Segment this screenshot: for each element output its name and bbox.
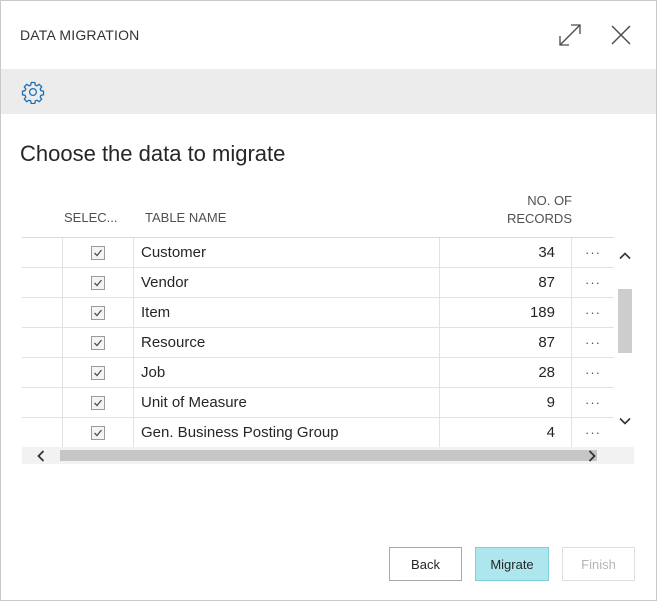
scroll-right-icon[interactable] bbox=[585, 449, 599, 463]
row-selector[interactable] bbox=[22, 268, 63, 297]
expand-button[interactable] bbox=[556, 21, 584, 49]
table-row[interactable]: Resource 87 ··· bbox=[22, 328, 614, 358]
data-migration-dialog: DATA MIGRATION Choose the data to migrat… bbox=[0, 0, 657, 601]
row-selector[interactable] bbox=[22, 388, 63, 417]
table-row[interactable]: Item 189 ··· bbox=[22, 298, 614, 328]
close-icon bbox=[611, 25, 631, 45]
table-name-cell[interactable]: Resource bbox=[134, 328, 440, 357]
row-selector[interactable] bbox=[22, 328, 63, 357]
back-button[interactable]: Back bbox=[389, 547, 462, 581]
column-header-select[interactable]: SELEC... bbox=[64, 209, 117, 227]
select-checkbox[interactable] bbox=[91, 365, 105, 380]
select-checkbox[interactable] bbox=[91, 425, 105, 440]
select-checkbox[interactable] bbox=[91, 305, 105, 320]
row-selector[interactable] bbox=[22, 418, 63, 447]
column-header-records-line1: NO. OF bbox=[527, 193, 572, 208]
checkmark-icon bbox=[94, 309, 103, 316]
records-cell: 87 bbox=[440, 328, 572, 357]
migrate-button[interactable]: Migrate bbox=[475, 547, 549, 581]
column-header-records-line2: RECORDS bbox=[506, 211, 572, 226]
migration-table: Customer 34 ··· Vendor 87 ··· Item 189 ·… bbox=[22, 237, 614, 448]
row-more-button[interactable]: ··· bbox=[572, 358, 614, 387]
checkmark-icon bbox=[94, 249, 103, 256]
select-checkbox[interactable] bbox=[91, 335, 105, 350]
row-selector[interactable] bbox=[22, 358, 63, 387]
horizontal-scroll-thumb[interactable] bbox=[60, 450, 597, 461]
row-more-button[interactable]: ··· bbox=[572, 328, 614, 357]
checkmark-icon bbox=[94, 399, 103, 406]
records-cell: 87 bbox=[440, 268, 572, 297]
table-name-cell[interactable]: Vendor bbox=[134, 268, 440, 297]
close-button[interactable] bbox=[607, 21, 635, 49]
checkmark-icon bbox=[94, 369, 103, 376]
table-name-cell[interactable]: Unit of Measure bbox=[134, 388, 440, 417]
vertical-scrollbar[interactable] bbox=[615, 237, 634, 448]
vertical-scroll-thumb[interactable] bbox=[618, 289, 632, 353]
records-cell: 4 bbox=[440, 418, 572, 447]
row-more-button[interactable]: ··· bbox=[572, 298, 614, 327]
settings-button[interactable] bbox=[21, 80, 45, 105]
column-header-no-of-records[interactable]: NO. OF RECORDS bbox=[496, 192, 572, 228]
table-row[interactable]: Customer 34 ··· bbox=[22, 238, 614, 268]
table-name-cell[interactable]: Customer bbox=[134, 238, 440, 267]
scroll-left-icon[interactable] bbox=[34, 449, 48, 463]
table-row[interactable]: Vendor 87 ··· bbox=[22, 268, 614, 298]
row-more-button[interactable]: ··· bbox=[572, 388, 614, 417]
page-heading: Choose the data to migrate bbox=[20, 141, 286, 166]
checkmark-icon bbox=[94, 429, 103, 436]
checkmark-icon bbox=[94, 339, 103, 346]
gear-icon bbox=[21, 81, 45, 105]
horizontal-scrollbar[interactable] bbox=[22, 447, 634, 464]
expand-icon bbox=[559, 24, 581, 46]
row-more-button[interactable]: ··· bbox=[572, 418, 614, 447]
select-checkbox[interactable] bbox=[91, 275, 105, 290]
scroll-down-icon[interactable] bbox=[618, 414, 632, 428]
column-header-table-name[interactable]: TABLE NAME bbox=[145, 209, 226, 227]
row-selector[interactable] bbox=[22, 298, 63, 327]
action-bar bbox=[1, 69, 656, 114]
records-cell: 28 bbox=[440, 358, 572, 387]
table-name-cell[interactable]: Item bbox=[134, 298, 440, 327]
checkmark-icon bbox=[94, 279, 103, 286]
select-checkbox[interactable] bbox=[91, 245, 105, 260]
table-row[interactable]: Job 28 ··· bbox=[22, 358, 614, 388]
table-name-cell[interactable]: Gen. Business Posting Group bbox=[134, 418, 440, 447]
row-more-button[interactable]: ··· bbox=[572, 268, 614, 297]
table-row[interactable]: Unit of Measure 9 ··· bbox=[22, 388, 614, 418]
scroll-up-icon[interactable] bbox=[618, 249, 632, 263]
table-row[interactable]: Gen. Business Posting Group 4 ··· bbox=[22, 418, 614, 448]
row-selector[interactable] bbox=[22, 238, 63, 267]
records-cell: 189 bbox=[440, 298, 572, 327]
records-cell: 9 bbox=[440, 388, 572, 417]
records-cell: 34 bbox=[440, 238, 572, 267]
select-checkbox[interactable] bbox=[91, 395, 105, 410]
finish-button[interactable]: Finish bbox=[562, 547, 635, 581]
table-name-cell[interactable]: Job bbox=[134, 358, 440, 387]
dialog-title: DATA MIGRATION bbox=[20, 27, 140, 43]
row-more-button[interactable]: ··· bbox=[572, 238, 614, 267]
